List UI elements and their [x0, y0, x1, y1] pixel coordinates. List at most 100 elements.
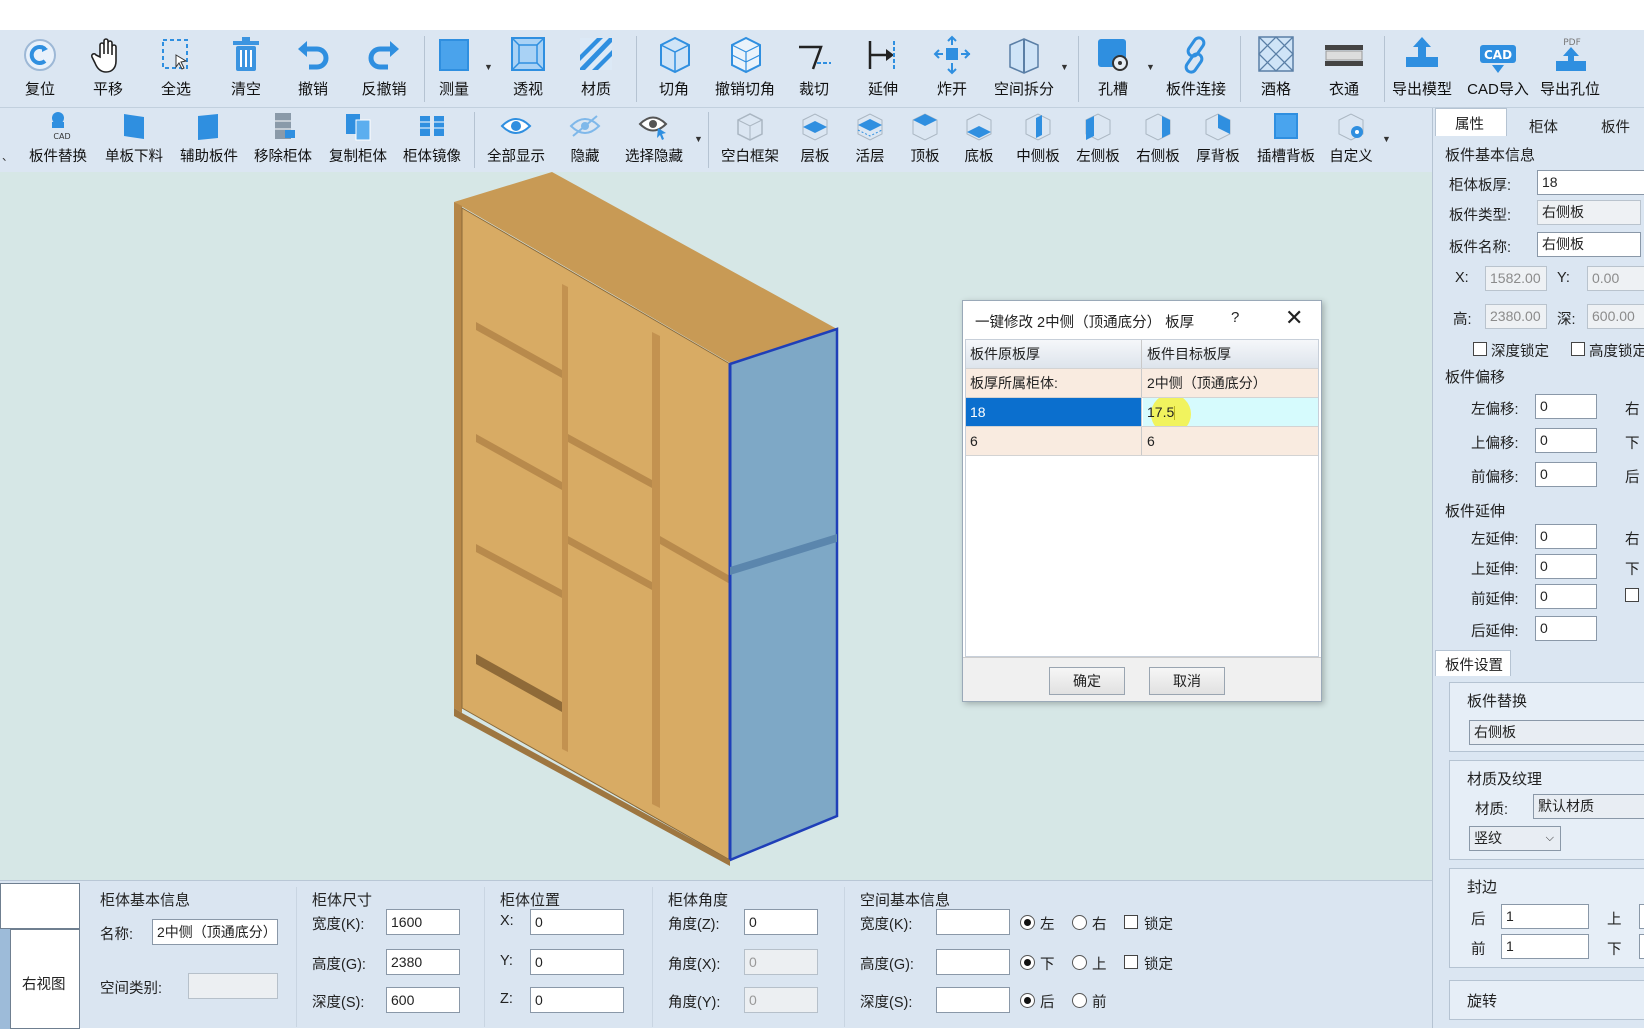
clear-button[interactable]: 清空: [226, 35, 266, 99]
lock-checkbox-width[interactable]: [1124, 915, 1138, 929]
slot-back-button[interactable]: 插槽背板: [1254, 110, 1318, 166]
front-extend-field[interactable]: 0: [1535, 584, 1597, 609]
trim-button[interactable]: 裁切: [794, 35, 834, 99]
export-holes-button[interactable]: PDF 导出孔位: [1538, 35, 1602, 99]
material-field[interactable]: 默认材质: [1533, 794, 1644, 819]
material-button[interactable]: 材质: [576, 35, 616, 99]
height-lock-checkbox[interactable]: [1571, 342, 1585, 356]
front-offset-field[interactable]: 0: [1535, 462, 1597, 487]
radio-right[interactable]: [1072, 915, 1087, 930]
angle-z-field[interactable]: 0: [744, 909, 818, 935]
up-extend-field[interactable]: 0: [1535, 554, 1597, 579]
copy-cabinet-button[interactable]: 复制柜体: [326, 110, 390, 166]
close-icon[interactable]: ✕: [1285, 307, 1303, 329]
tab-cabinet[interactable]: 柜体: [1529, 116, 1558, 137]
reset-button[interactable]: 复位: [20, 35, 60, 99]
grain-select[interactable]: 竖纹 ⌵: [1469, 826, 1561, 851]
space-height-field[interactable]: [936, 949, 1010, 975]
export-model-button[interactable]: 导出模型: [1390, 35, 1454, 99]
radio-front[interactable]: [1072, 993, 1087, 1008]
lock-checkbox-height[interactable]: [1124, 955, 1138, 969]
table-row[interactable]: 6 6: [966, 427, 1318, 456]
aux-panel-button[interactable]: 辅助板件: [177, 110, 241, 166]
radio-back[interactable]: [1020, 993, 1035, 1008]
edge-back-field[interactable]: 1: [1501, 904, 1589, 929]
radio-up[interactable]: [1072, 955, 1087, 970]
measure-button[interactable]: 测量: [434, 35, 474, 99]
remove-cabinet-button[interactable]: 移除柜体: [251, 110, 315, 166]
space-split-dropdown-arrow[interactable]: ▼: [1060, 62, 1069, 72]
panel-connect-button[interactable]: 板件连接: [1164, 35, 1228, 99]
extend-checkbox[interactable]: [1625, 588, 1639, 602]
shelf-button[interactable]: 层板: [798, 110, 832, 166]
explode-button[interactable]: 炸开: [932, 35, 972, 99]
slot-button[interactable]: 孔槽: [1093, 35, 1133, 99]
extend-button[interactable]: 延伸: [863, 35, 903, 99]
editing-value[interactable]: 17.5: [1147, 404, 1174, 420]
replace-field[interactable]: 右侧板: [1469, 720, 1644, 745]
custom-dropdown-arrow[interactable]: ▼: [1382, 134, 1391, 144]
cut-corner-button[interactable]: 切角: [654, 35, 694, 99]
blank-frame-button[interactable]: 空白框架: [718, 110, 782, 166]
thick-back-button[interactable]: 厚背板: [1194, 110, 1242, 166]
movable-shelf-button[interactable]: 活层: [853, 110, 887, 166]
ok-button[interactable]: 确定: [1049, 667, 1125, 695]
bottom-panel-button[interactable]: 底板: [962, 110, 996, 166]
radio-down[interactable]: [1020, 955, 1035, 970]
radio-left[interactable]: [1020, 915, 1035, 930]
z-field[interactable]: 0: [530, 987, 624, 1013]
panel-settings-label[interactable]: 板件设置: [1445, 654, 1503, 675]
mirror-cabinet-button[interactable]: 柜体镜像: [400, 110, 464, 166]
grid-header-target[interactable]: 板件目标板厚: [1143, 340, 1318, 368]
toolbar-scroll-left[interactable]: 、: [2, 148, 13, 164]
left-extend-field[interactable]: 0: [1535, 524, 1597, 549]
x-field[interactable]: 0: [530, 909, 624, 935]
perspective-button[interactable]: 透视: [508, 35, 548, 99]
tab-properties-label[interactable]: 属性: [1455, 113, 1484, 134]
table-row[interactable]: 板厚所属柜体: 2中侧（顶通底分）: [966, 369, 1318, 398]
name-field[interactable]: 2中侧（顶通底分）: [152, 919, 278, 945]
grid-header-original[interactable]: 板件原板厚: [966, 340, 1142, 368]
wardrobe-rod-button[interactable]: 衣通: [1324, 35, 1364, 99]
depth-lock-checkbox[interactable]: [1473, 342, 1487, 356]
select-hide-dropdown-arrow[interactable]: ▼: [694, 134, 703, 144]
space-split-button[interactable]: 空间拆分: [992, 35, 1056, 99]
height-field[interactable]: 2380: [386, 949, 460, 975]
panel-replace-button[interactable]: CAD 板件替换: [26, 110, 90, 166]
redo-button[interactable]: 反撤销: [360, 35, 408, 99]
edge-up-field[interactable]: [1639, 904, 1644, 929]
tab-panel[interactable]: 板件: [1601, 116, 1630, 137]
left-offset-field[interactable]: 0: [1535, 394, 1597, 419]
width-field[interactable]: 1600: [386, 909, 460, 935]
select-all-button[interactable]: 全选: [156, 35, 196, 99]
thickness-field[interactable]: 18: [1537, 170, 1644, 195]
cancel-button[interactable]: 取消: [1149, 667, 1225, 695]
space-width-field[interactable]: [936, 909, 1010, 935]
select-hide-button[interactable]: 选择隐藏: [622, 110, 686, 166]
single-cut-button[interactable]: 单板下料: [102, 110, 166, 166]
top-panel-button[interactable]: 顶板: [908, 110, 942, 166]
right-view-label[interactable]: 右视图: [22, 973, 66, 994]
space-depth-field[interactable]: [936, 987, 1010, 1013]
custom-button[interactable]: 自定义: [1326, 110, 1376, 166]
slot-dropdown-arrow[interactable]: ▼: [1146, 62, 1155, 72]
left-side-button[interactable]: 左侧板: [1074, 110, 1122, 166]
undo-cut-corner-button[interactable]: 撤销切角: [713, 35, 777, 99]
grid-cell-editing[interactable]: 17.5: [1143, 398, 1318, 426]
edge-front-field[interactable]: 1: [1501, 934, 1589, 959]
back-extend-field[interactable]: 0: [1535, 616, 1597, 641]
hide-button[interactable]: 隐藏: [560, 110, 610, 166]
undo-button[interactable]: 撤销: [293, 35, 333, 99]
show-all-button[interactable]: 全部显示: [484, 110, 548, 166]
right-side-button[interactable]: 右侧板: [1134, 110, 1182, 166]
up-offset-field[interactable]: 0: [1535, 428, 1597, 453]
measure-dropdown-arrow[interactable]: ▼: [484, 62, 493, 72]
panel-name-field[interactable]: 右侧板: [1537, 232, 1641, 257]
table-row-selected[interactable]: 18 17.5: [966, 398, 1318, 427]
wine-rack-button[interactable]: 酒格: [1256, 35, 1296, 99]
mid-side-button[interactable]: 中侧板: [1014, 110, 1062, 166]
view-preview[interactable]: [0, 883, 80, 929]
depth-field[interactable]: 600: [386, 987, 460, 1013]
edge-down-field[interactable]: [1639, 934, 1644, 959]
3d-viewport[interactable]: 一键修改 2中侧（顶通底分） 板厚 ? ✕ 板件原板厚 板件目标板厚 板厚所属柜…: [0, 172, 1432, 880]
